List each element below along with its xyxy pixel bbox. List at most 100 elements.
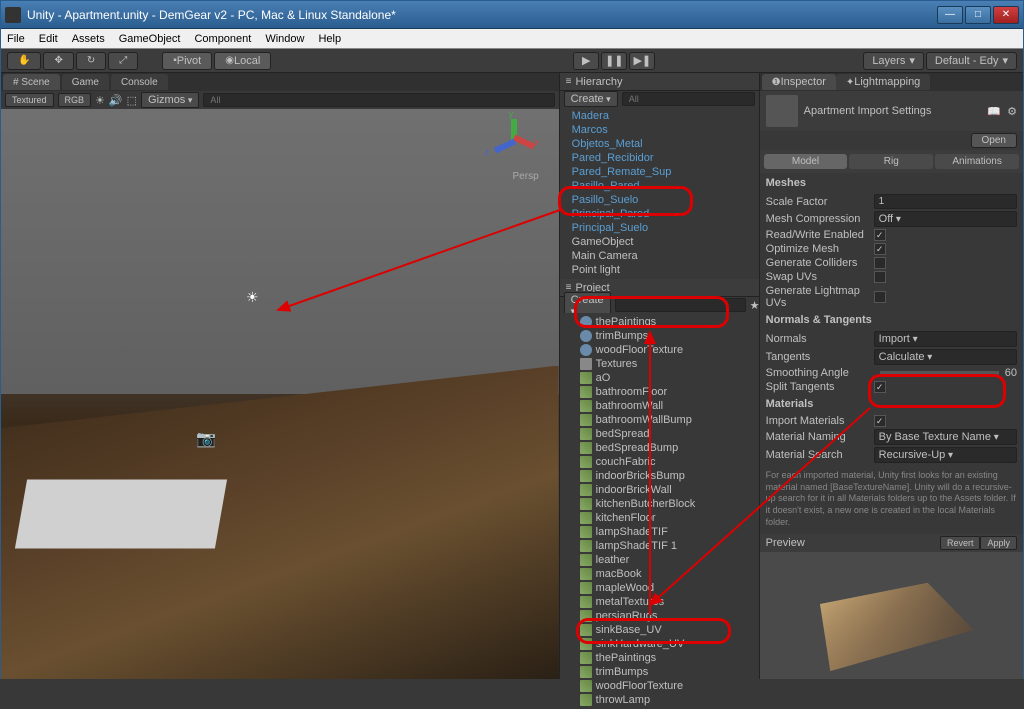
maximize-button[interactable]: □: [965, 6, 991, 24]
hierarchy-item[interactable]: Point light: [560, 263, 759, 277]
animations-tab[interactable]: Animations: [935, 154, 1019, 169]
revert-button[interactable]: Revert: [940, 536, 981, 550]
tab-inspector[interactable]: ❶ Inspector: [762, 74, 836, 90]
generate-colliders-checkbox[interactable]: [874, 257, 886, 269]
project-item[interactable]: mapleWood: [560, 581, 759, 595]
fx-icon[interactable]: ⬚: [127, 94, 137, 107]
layers-dropdown[interactable]: Layers ▾: [863, 52, 924, 70]
swap-uvs-checkbox[interactable]: [874, 271, 886, 283]
project-item[interactable]: kitchenFloor: [560, 511, 759, 525]
material-search-dropdown[interactable]: Recursive-Up ▾: [874, 447, 1017, 463]
scene-viewport[interactable]: ☀ 📷 y x z Persp: [1, 109, 559, 679]
split-tangents-checkbox[interactable]: [874, 381, 886, 393]
preview-area[interactable]: [760, 552, 1023, 679]
gizmos-dropdown[interactable]: Gizmos ▾: [141, 92, 199, 108]
audio-icon[interactable]: 🔊: [109, 94, 123, 107]
smoothing-angle-slider[interactable]: [880, 371, 999, 375]
tab-lightmapping[interactable]: ✦ Lightmapping: [836, 74, 930, 90]
hierarchy-item[interactable]: Pared_Remate_Sup: [560, 165, 759, 179]
layout-dropdown[interactable]: Default - Edy ▾: [926, 52, 1017, 70]
rgb-dropdown[interactable]: RGB: [58, 93, 92, 107]
menu-assets[interactable]: Assets: [72, 33, 105, 45]
perspective-label[interactable]: Persp: [513, 171, 539, 182]
project-item[interactable]: trimBumps: [560, 329, 759, 343]
hierarchy-item[interactable]: Principal_Pared: [560, 207, 759, 221]
scene-search[interactable]: [203, 93, 554, 107]
local-toggle[interactable]: ◉ Local: [214, 52, 271, 70]
open-button[interactable]: Open: [971, 133, 1017, 148]
project-list[interactable]: thePaintings trimBumps woodFloorTexture …: [560, 313, 759, 709]
menu-help[interactable]: Help: [318, 33, 341, 45]
project-item[interactable]: indoorBrickWall: [560, 483, 759, 497]
project-item[interactable]: kitchenButcherBlock: [560, 497, 759, 511]
project-item[interactable]: bedSpreadBump: [560, 441, 759, 455]
project-item[interactable]: bathroomWallBump: [560, 413, 759, 427]
project-item[interactable]: aO: [560, 371, 759, 385]
render-mode-dropdown[interactable]: Textured: [5, 93, 54, 107]
model-tab[interactable]: Model: [764, 154, 848, 169]
hierarchy-item[interactable]: GameObject: [560, 235, 759, 249]
hand-tool[interactable]: ✋: [7, 52, 41, 70]
light-icon[interactable]: ☀: [95, 94, 105, 107]
pause-button[interactable]: ❚❚: [601, 52, 627, 70]
hierarchy-item[interactable]: Principal_Suelo: [560, 221, 759, 235]
play-button[interactable]: ▶: [573, 52, 599, 70]
project-item[interactable]: indoorBricksBump: [560, 469, 759, 483]
project-item[interactable]: thePaintings: [560, 651, 759, 665]
menu-gameobject[interactable]: GameObject: [119, 33, 181, 45]
material-naming-dropdown[interactable]: By Base Texture Name ▾: [874, 429, 1017, 445]
hierarchy-item[interactable]: Madera: [560, 109, 759, 123]
gear-icon[interactable]: ⚙: [1007, 105, 1017, 118]
rig-tab[interactable]: Rig: [849, 154, 933, 169]
rotate-tool[interactable]: ↻: [76, 52, 106, 70]
hierarchy-item[interactable]: Objetos_Metal: [560, 137, 759, 151]
tangents-dropdown[interactable]: Calculate ▾: [874, 349, 1017, 365]
scale-factor-input[interactable]: 1: [874, 194, 1017, 209]
close-button[interactable]: ✕: [993, 6, 1019, 24]
hierarchy-list[interactable]: Madera Marcos Objetos_Metal Pared_Recibi…: [560, 107, 759, 279]
orientation-gizmo[interactable]: y x z: [489, 119, 539, 169]
pivot-toggle[interactable]: ▪ Pivot: [162, 52, 212, 70]
hierarchy-item[interactable]: Pared_Recibidor: [560, 151, 759, 165]
project-item[interactable]: woodFloorTexture: [560, 343, 759, 357]
project-item[interactable]: bedSpread: [560, 427, 759, 441]
normals-dropdown[interactable]: Import ▾: [874, 331, 1017, 347]
project-item[interactable]: sinkBase_UV: [560, 623, 759, 637]
project-item[interactable]: metalTextures: [560, 595, 759, 609]
project-item[interactable]: persianRugs: [560, 609, 759, 623]
hierarchy-item[interactable]: Main Camera: [560, 249, 759, 263]
import-materials-checkbox[interactable]: [874, 415, 886, 427]
menu-edit[interactable]: Edit: [39, 33, 58, 45]
project-search[interactable]: [615, 298, 746, 312]
tab-scene[interactable]: # Scene: [3, 74, 60, 90]
step-button[interactable]: ▶❚: [629, 52, 655, 70]
generate-lightmap-checkbox[interactable]: [874, 291, 886, 303]
project-item[interactable]: bathroomWall: [560, 399, 759, 413]
menu-window[interactable]: Window: [265, 33, 304, 45]
project-item[interactable]: couchFabric: [560, 455, 759, 469]
read-write-checkbox[interactable]: [874, 229, 886, 241]
project-item[interactable]: lampShadeTIF: [560, 525, 759, 539]
hierarchy-create-dropdown[interactable]: Create ▾: [564, 91, 618, 107]
tab-game[interactable]: Game: [62, 74, 109, 90]
project-item[interactable]: leather: [560, 553, 759, 567]
project-item[interactable]: throwLamp: [560, 693, 759, 707]
project-item[interactable]: macBook: [560, 567, 759, 581]
mesh-compression-dropdown[interactable]: Off ▾: [874, 211, 1017, 227]
project-item[interactable]: woodFloorTexture: [560, 679, 759, 693]
move-tool[interactable]: ✥: [43, 52, 73, 70]
minimize-button[interactable]: —: [937, 6, 963, 24]
menu-file[interactable]: File: [7, 33, 25, 45]
apply-button[interactable]: Apply: [980, 536, 1017, 550]
project-item[interactable]: sinkHardware_UV: [560, 637, 759, 651]
help-icon[interactable]: 📖: [987, 105, 1001, 118]
hierarchy-item[interactable]: Pasillo_Suelo: [560, 193, 759, 207]
menu-component[interactable]: Component: [194, 33, 251, 45]
scale-tool[interactable]: ⤢: [108, 52, 138, 70]
tab-console[interactable]: Console: [111, 74, 168, 90]
favorites-icon[interactable]: ★: [750, 299, 760, 312]
hierarchy-item[interactable]: Pasillo_Pared: [560, 179, 759, 193]
hierarchy-item[interactable]: Marcos: [560, 123, 759, 137]
optimize-mesh-checkbox[interactable]: [874, 243, 886, 255]
hierarchy-search[interactable]: [622, 92, 755, 106]
